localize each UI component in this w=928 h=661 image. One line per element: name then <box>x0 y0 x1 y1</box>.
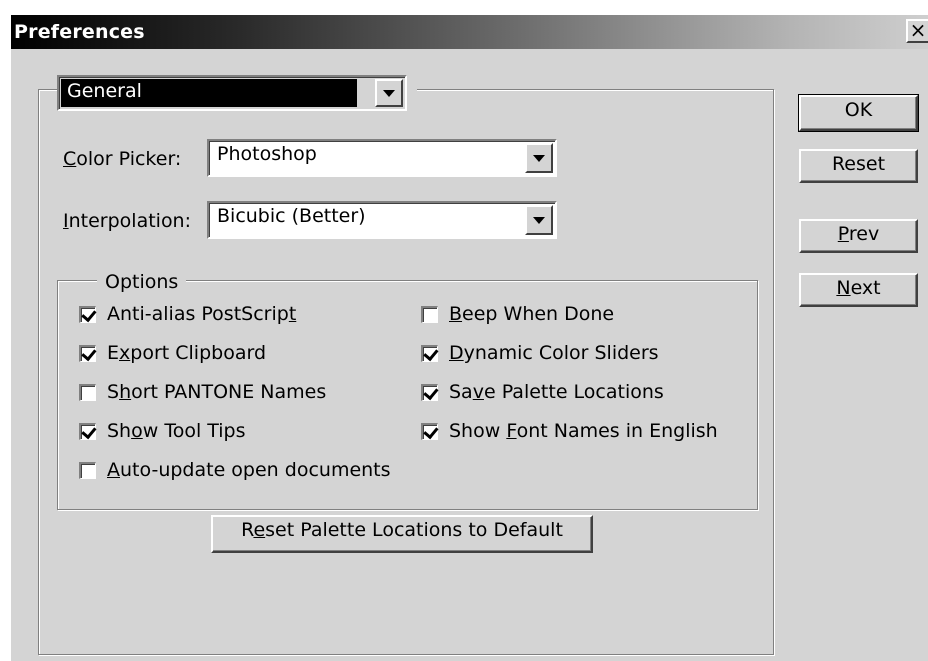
checkbox-box[interactable] <box>79 462 96 479</box>
checkbox-box[interactable] <box>79 306 96 323</box>
interpolation-value: Bicubic (Better) <box>217 205 366 227</box>
window-title: Preferences <box>14 21 145 43</box>
ok-button[interactable]: OK <box>798 94 919 132</box>
checkbox-label: Anti-alias PostScript <box>107 303 297 325</box>
color-picker-select[interactable]: Photoshop <box>207 139 557 177</box>
interpolation-dropdown-button[interactable] <box>525 205 553 235</box>
checkbox-label: Save Palette Locations <box>449 381 664 403</box>
preferences-dialog: Preferences × General Color Picker: Phot… <box>10 14 928 661</box>
checkbox-label: Show Tool Tips <box>107 420 246 442</box>
checkbox-label: Export Clipboard <box>107 342 267 364</box>
section-select-value: General <box>67 80 142 102</box>
checkbox-box[interactable] <box>79 345 96 362</box>
chevron-down-icon <box>533 217 545 224</box>
checkbox-label: Show Font Names in English <box>449 420 718 442</box>
checkbox-box[interactable] <box>421 345 438 362</box>
reset-button[interactable]: Reset <box>799 149 918 183</box>
interpolation-select[interactable]: Bicubic (Better) <box>207 201 557 239</box>
checkbox-label: Auto-update open documents <box>107 459 391 481</box>
checkbox-box[interactable] <box>421 423 438 440</box>
checkbox-label: Short PANTONE Names <box>107 381 327 403</box>
options-legend: Options <box>97 271 187 293</box>
checkbox-label: Dynamic Color Sliders <box>449 342 659 364</box>
color-picker-dropdown-button[interactable] <box>525 143 553 173</box>
checkbox-box[interactable] <box>421 306 438 323</box>
section-select[interactable]: General <box>57 75 407 111</box>
checkbox-box[interactable] <box>79 423 96 440</box>
section-select-dropdown-button[interactable] <box>375 79 403 107</box>
close-button[interactable]: × <box>906 19 928 43</box>
frame-gap <box>407 83 417 95</box>
reset-palette-locations-button[interactable]: Reset Palette Locations to Default <box>211 515 593 553</box>
checkbox-box[interactable] <box>79 384 96 401</box>
checkbox-label: Beep When Done <box>449 303 615 325</box>
color-picker-value: Photoshop <box>217 143 317 165</box>
checkbox-box[interactable] <box>421 384 438 401</box>
title-bar[interactable]: Preferences <box>11 15 928 49</box>
close-icon: × <box>909 18 927 42</box>
chevron-down-icon <box>533 155 545 162</box>
next-button[interactable]: Next <box>799 273 918 307</box>
interpolation-label: Interpolation: <box>63 210 192 232</box>
chevron-down-icon <box>383 90 395 97</box>
prev-button[interactable]: Prev <box>799 219 918 253</box>
color-picker-label: Color Picker: <box>63 148 182 170</box>
